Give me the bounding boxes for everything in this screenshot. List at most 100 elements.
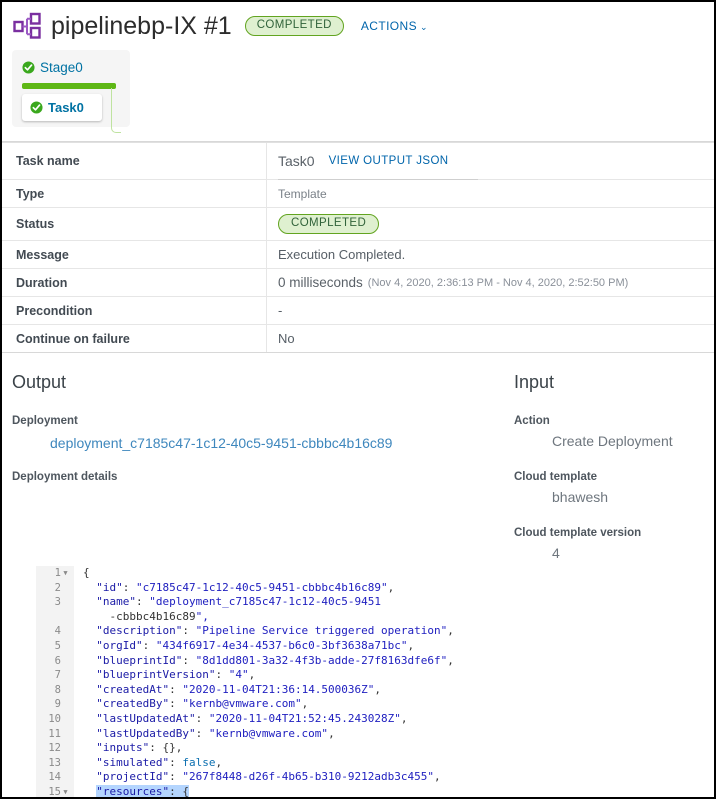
row-label: Status [2, 208, 267, 240]
code-line[interactable]: 15 ▼ "resources": { [36, 784, 492, 797]
code-line[interactable]: -cbbbc4b16c89", [36, 609, 492, 625]
line-number-gutter: 12 [36, 741, 74, 756]
output-input-section: Output Deployment deployment_c7185c47-1c… [2, 353, 714, 561]
code-line[interactable]: 7 "blueprintVersion": "4", [36, 668, 492, 683]
line-number-gutter: 14 [36, 770, 74, 785]
page-title: pipelinebp-IX #1 [51, 11, 232, 40]
type-value: Template [278, 186, 327, 201]
code-line-text: "description": "Pipeline Service trigger… [96, 624, 454, 638]
row-value: Execution Completed. [278, 247, 406, 262]
cloud-template-value: bhawesh [552, 489, 609, 505]
row-label: Duration [2, 269, 267, 296]
duration-value: 0 milliseconds [278, 275, 363, 290]
deployment-details-label: Deployment details [12, 471, 118, 483]
code-line-text: "inputs": {}, [96, 741, 183, 755]
duration-timestamps: (Nov 4, 2020, 2:36:13 PM - Nov 4, 2020, … [367, 276, 629, 289]
code-line-text: "lastUpdatedBy": "kernb@vmware.com", [96, 726, 335, 740]
line-number-gutter: 1 ▼ [36, 566, 74, 581]
code-line-text: "name": "deployment_c7185c47-1c12-40c5-9… [96, 595, 382, 609]
code-line-text: "blueprintId": "8d1dd801-3a32-4f3b-adde-… [96, 653, 454, 667]
row-label: Type [2, 180, 267, 207]
row-label: Continue on failure [2, 325, 267, 352]
cloud-template-version-value: 4 [552, 545, 560, 561]
task-row: Task0 [12, 88, 130, 133]
code-line-text: "orgId": "434f6917-4e34-4537-b6c0-3bf363… [96, 638, 415, 652]
stage-progress-bar [22, 83, 116, 89]
page-header: pipelinebp-IX #1 COMPLETED ACTIONS ⌄ [2, 2, 714, 46]
row-label: Message [2, 241, 267, 268]
line-number-gutter [36, 609, 74, 625]
code-line[interactable]: 14 "projectId": "267f8448-d26f-4b65-b310… [36, 770, 492, 785]
code-line[interactable]: 1 ▼ { [36, 566, 492, 581]
row-value: Template [267, 180, 714, 207]
line-number-gutter: 2 [36, 580, 74, 596]
code-line-text: "simulated": false, [96, 755, 223, 769]
cloud-template-label: Cloud template [514, 471, 598, 483]
task-name-value: Task0 [278, 153, 315, 169]
stage-header: Stage0 [12, 58, 130, 76]
line-number-gutter: 3 [36, 595, 74, 610]
line-number-gutter: 13 [36, 755, 74, 771]
code-line-text: "blueprintVersion": "4", [96, 668, 256, 682]
code-line-text: "projectId": "267f8448-d26f-4b65-b310-92… [96, 770, 441, 784]
code-line-text: -cbbbc4b16c89", [109, 609, 209, 623]
app-window: pipelinebp-IX #1 COMPLETED ACTIONS ⌄ Stag… [0, 0, 716, 799]
stage-name-label[interactable]: Stage0 [40, 60, 83, 75]
cloud-template-version-label: Cloud template version [514, 527, 642, 539]
pipeline-icon [12, 11, 42, 41]
code-line[interactable]: 8 "createdAt": "2020-11-04T21:36:14.5000… [36, 682, 492, 698]
stage-task-connector [111, 88, 121, 133]
code-line[interactable]: 10 "lastUpdatedAt": "2020-11-04T21:52:45… [36, 711, 492, 727]
code-line[interactable]: 12 "inputs": {}, [36, 741, 492, 756]
table-row: Status COMPLETED [2, 208, 714, 241]
table-row: Precondition - [2, 297, 714, 325]
table-row: Message Execution Completed. [2, 241, 714, 269]
check-circle-icon [22, 60, 35, 74]
code-line[interactable]: 11 "lastUpdatedBy": "kernb@vmware.com", [36, 726, 492, 742]
row-label: Task name [2, 143, 267, 179]
line-number-gutter: 10 [36, 711, 74, 727]
line-number-gutter: 15 ▼ [36, 784, 74, 797]
code-line[interactable]: 4 "description": "Pipeline Service trigg… [36, 624, 492, 639]
chevron-down-icon: ⌄ [420, 22, 428, 32]
code-line[interactable]: 6 "blueprintId": "8d1dd801-3a32-4f3b-add… [36, 653, 492, 669]
actions-menu-button[interactable]: ACTIONS ⌄ [361, 19, 428, 33]
task-name-label[interactable]: Task0 [48, 100, 84, 115]
fold-arrow-icon: ▼ [63, 787, 68, 796]
line-number-gutter: 5 [36, 638, 74, 654]
stage-card[interactable]: Stage0 Task0 [12, 50, 130, 133]
code-line-text: "createdBy": "kernb@vmware.com", [96, 697, 309, 711]
task-details-table: Task name Task0 VIEW OUTPUT JSON Type Te… [2, 142, 714, 353]
code-line-text: "id": "c7185c47-1c12-40c5-9451-cbbbc4b16… [96, 580, 395, 594]
row-label: Precondition [2, 297, 267, 324]
deployment-link[interactable]: deployment_c7185c47-1c12-40c5-9451-cbbbc… [12, 435, 502, 451]
input-panel: Input Action Create Deployment Cloud tem… [502, 371, 714, 561]
code-line[interactable]: 5 "orgId": "434f6917-4e34-4537-b6c0-3bf3… [36, 638, 492, 654]
code-line[interactable]: 3 "name": "deployment_c7185c47-1c12-40c5… [36, 595, 492, 610]
deployment-details-code-editor[interactable]: 1 ▼ {2 "id": "c7185c47-1c12-40c5-9451-cbbb… [36, 566, 492, 797]
view-output-json-link[interactable]: VIEW OUTPUT JSON [329, 155, 449, 167]
code-line[interactable]: 9 "createdBy": "kernb@vmware.com", [36, 697, 492, 712]
line-number-gutter: 4 [36, 624, 74, 639]
line-number-gutter: 7 [36, 668, 74, 683]
fold-arrow-icon: ▼ [63, 569, 68, 577]
line-number-gutter: 6 [36, 653, 74, 669]
row-underline [278, 179, 478, 180]
task-card[interactable]: Task0 [22, 94, 102, 121]
row-value: - [278, 303, 283, 318]
code-line-text: "lastUpdatedAt": "2020-11-04T21:52:45.24… [96, 711, 408, 725]
code-line-text: "createdAt": "2020-11-04T21:36:14.500036… [96, 682, 382, 696]
code-line[interactable]: 13 "simulated": false, [36, 755, 492, 771]
line-number-gutter: 9 [36, 697, 74, 712]
table-row: Duration 0 milliseconds (Nov 4, 2020, 2:… [2, 269, 714, 297]
status-badge: COMPLETED [278, 214, 380, 234]
table-row: Task name Task0 VIEW OUTPUT JSON [2, 143, 714, 180]
row-value: No [278, 331, 295, 346]
pipeline-graph: Stage0 Task0 [2, 46, 714, 133]
row-value: 0 milliseconds (Nov 4, 2020, 2:36:13 PM … [267, 269, 714, 296]
row-value: COMPLETED [267, 208, 714, 240]
table-row: Type Template [2, 180, 714, 208]
actions-label: ACTIONS [360, 19, 418, 33]
line-number-gutter: 11 [36, 726, 74, 742]
code-line[interactable]: 2 "id": "c7185c47-1c12-40c5-9451-cbbbc4b… [36, 580, 492, 596]
